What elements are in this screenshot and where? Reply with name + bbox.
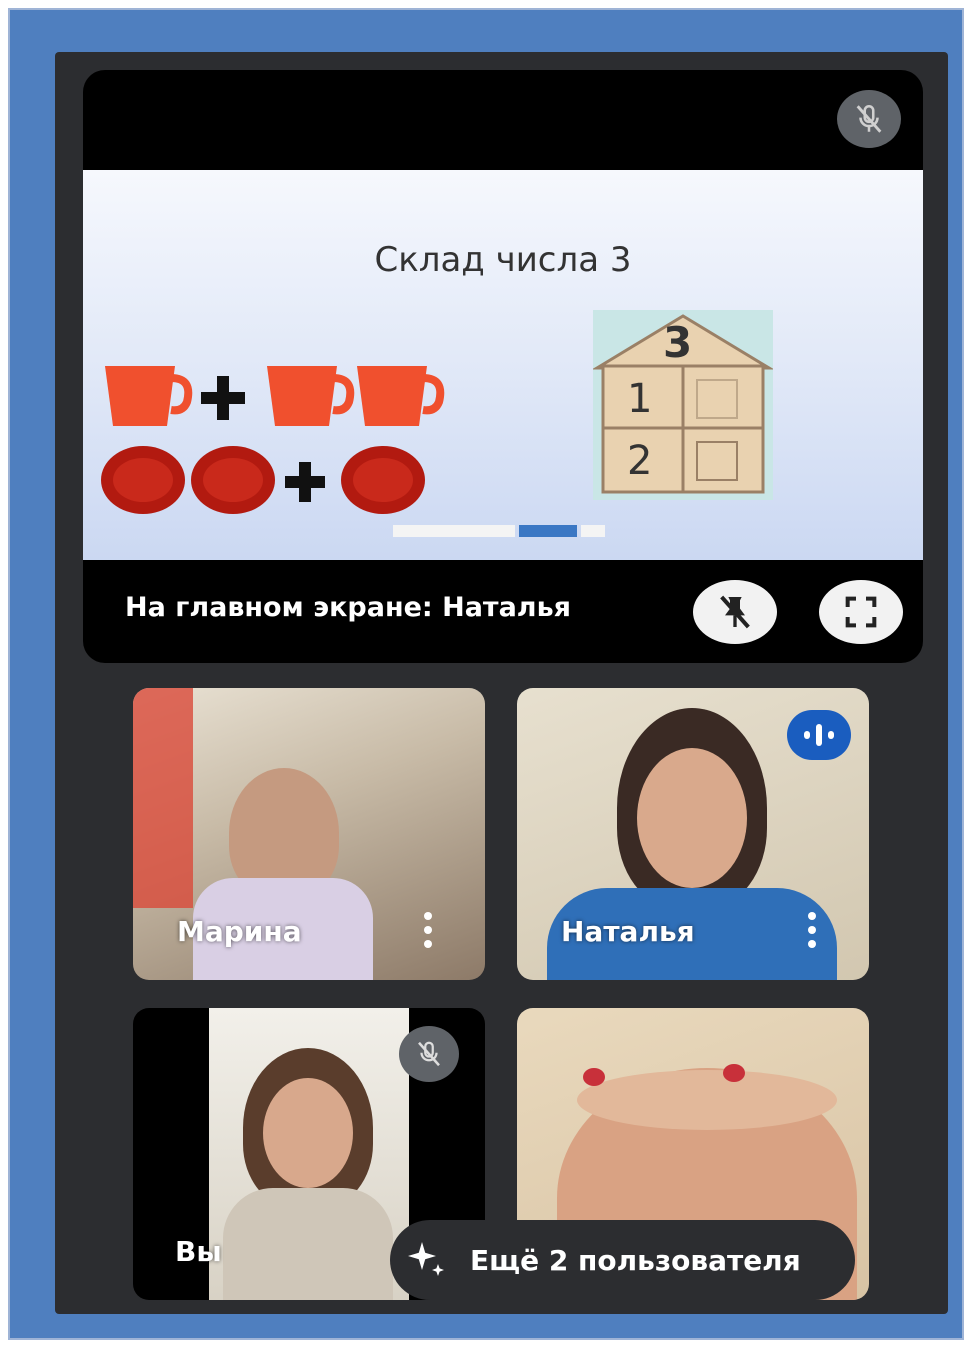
plus-sign [285,462,325,502]
stage-caption-row: На главном экране: Наталья [83,560,923,663]
main-stage[interactable]: Склад числа 3 3 1 2 На главном экране: Н… [83,70,923,663]
sparkle-icon [408,1242,444,1276]
slide-title: Склад числа 3 [374,240,632,280]
cup [105,366,193,426]
participant-name: Наталья [561,915,695,948]
cups-illustration [105,366,445,426]
participant-name: Марина [177,915,302,948]
video-call-screen: Склад числа 3 3 1 2 На главном экране: Н… [55,52,948,1314]
house-top-number: 3 [663,318,693,367]
number-house: 3 1 2 [593,310,773,500]
participant-tile-marina[interactable]: Марина [133,688,485,980]
slide-toolbar [393,525,613,537]
house-row-number: 2 [627,438,653,484]
more-participants-label: Ещё 2 пользователя [470,1243,801,1277]
fullscreen-button[interactable] [819,580,903,644]
cup [357,366,445,426]
speaking-indicator-icon [787,710,851,760]
participant-tile-natalya[interactable]: Наталья [517,688,869,980]
mic-off-icon [837,90,901,148]
shared-slide: Склад числа 3 3 1 2 [83,170,923,560]
mic-off-icon [399,1026,459,1082]
cup [267,366,355,426]
house-row-number: 1 [627,376,653,422]
more-options-icon[interactable] [807,912,817,948]
more-participants-button[interactable]: Ещё 2 пользователя [390,1220,855,1300]
more-options-icon[interactable] [423,912,433,948]
plus-sign [201,376,245,420]
unpin-icon [720,595,750,629]
stage-caption: На главном экране: Наталья [125,592,571,623]
fullscreen-icon [845,596,877,628]
participant-name: Вы [175,1235,222,1268]
plates-illustration [101,446,425,514]
unpin-button[interactable] [693,580,777,644]
